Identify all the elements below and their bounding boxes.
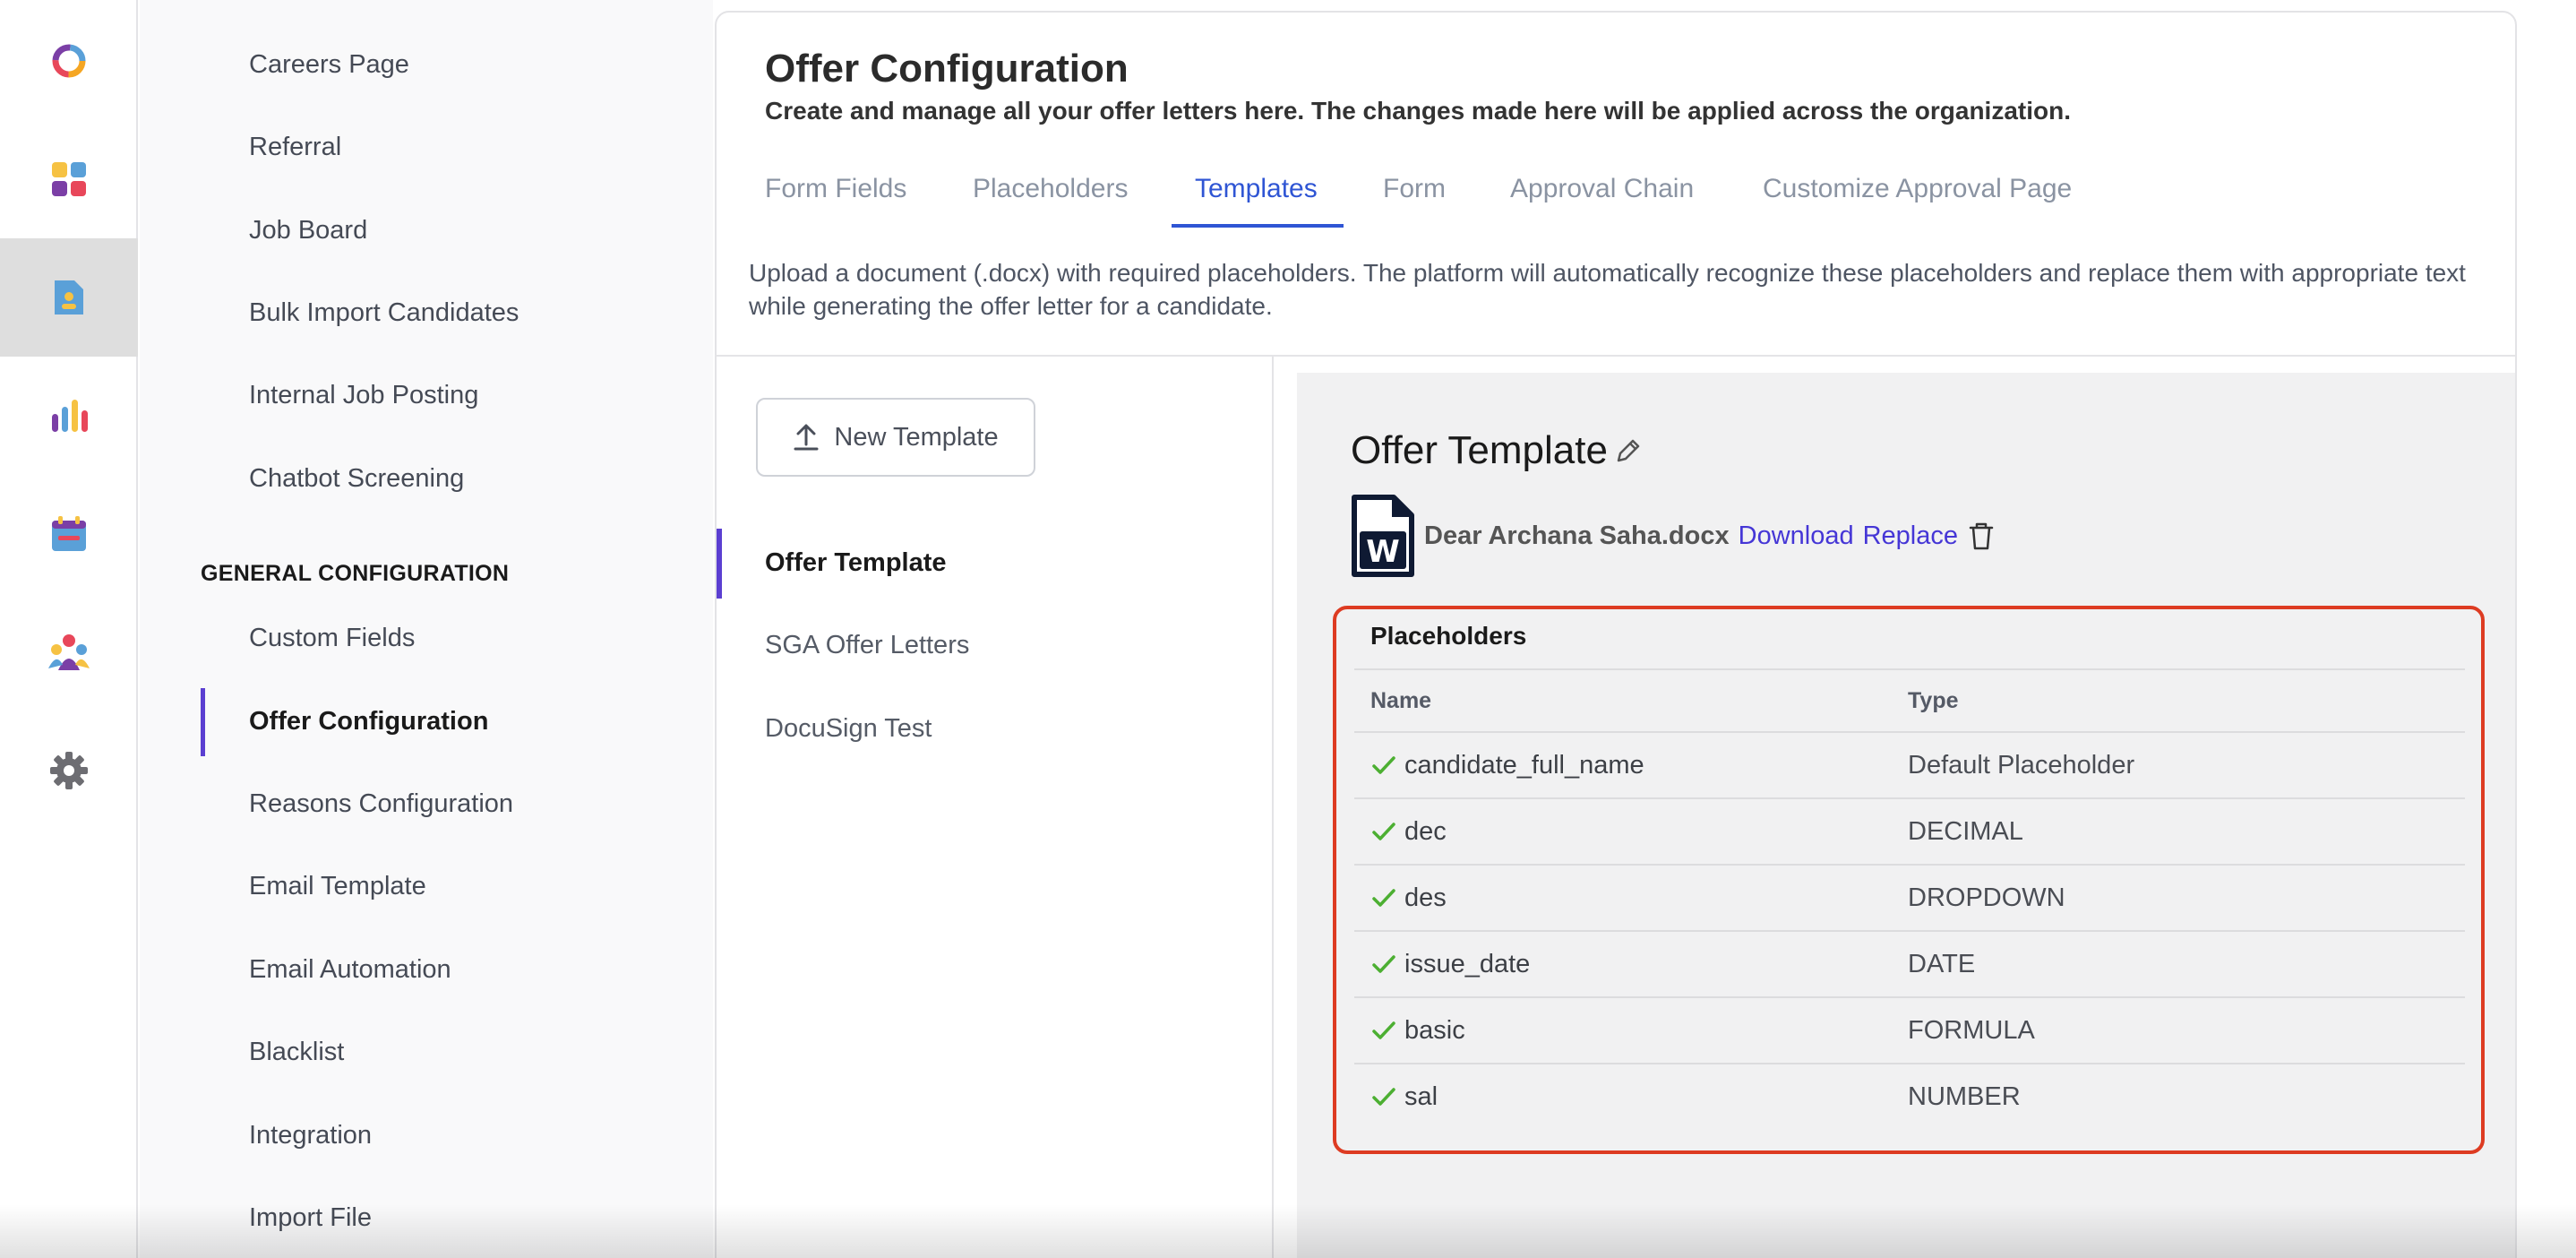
file-name: Dear Archana Saha.docx <box>1424 521 1730 550</box>
placeholder-name-cell: sal <box>1370 1082 1438 1112</box>
sidebar-item-offer-configuration[interactable]: Offer Configuration <box>249 707 488 737</box>
tab-form-fields[interactable]: Form Fields <box>765 174 906 204</box>
settings-sidebar: Careers Page Referral Job Board Bulk Imp… <box>140 0 713 1258</box>
word-document-icon: W <box>1352 495 1414 577</box>
placeholder-type: Default Placeholder <box>1908 750 2135 780</box>
column-header-name: Name <box>1370 687 1432 713</box>
placeholder-name-cell: basic <box>1370 1016 1465 1046</box>
placeholder-type: DROPDOWN <box>1908 883 2065 912</box>
active-template-indicator <box>717 529 722 599</box>
candidate-profile-icon[interactable] <box>0 238 138 357</box>
placeholder-name: basic <box>1404 1015 1465 1045</box>
check-icon <box>1372 1088 1395 1106</box>
placeholder-name: des <box>1404 883 1447 912</box>
table-row: issue_date DATE <box>1354 930 2465 996</box>
check-icon <box>1372 756 1395 774</box>
placeholders-section: Placeholders Name Type candidate_full_na… <box>1333 606 2485 1154</box>
sidebar-item-integration[interactable]: Integration <box>249 1121 372 1150</box>
placeholder-type: NUMBER <box>1908 1081 2021 1111</box>
new-template-label: New Template <box>834 422 999 452</box>
new-template-button[interactable]: New Template <box>756 398 1035 477</box>
placeholder-name: sal <box>1404 1081 1438 1111</box>
calendar-icon[interactable] <box>0 475 138 593</box>
sidebar-item-internal-job-posting[interactable]: Internal Job Posting <box>249 381 478 410</box>
active-tab-underline <box>1172 224 1344 228</box>
page-title: Offer Configuration <box>765 47 1129 90</box>
table-row: candidate_full_name Default Placeholder <box>1354 731 2465 797</box>
placeholder-type: FORMULA <box>1908 1015 2035 1045</box>
template-item-sga-offer-letters[interactable]: SGA Offer Letters <box>765 631 969 660</box>
trash-icon[interactable] <box>1967 521 1996 551</box>
placeholder-type: DECIMAL <box>1908 816 2023 846</box>
icon-rail <box>0 0 138 1258</box>
table-row: sal NUMBER <box>1354 1063 2465 1129</box>
table-header-row: Name Type <box>1354 668 2465 731</box>
template-title-row: Offer Template <box>1351 428 1644 473</box>
edit-pencil-icon[interactable] <box>1613 435 1644 466</box>
apps-grid-icon[interactable] <box>0 120 138 238</box>
table-row: des DROPDOWN <box>1354 864 2465 930</box>
settings-gear-icon[interactable] <box>0 711 138 830</box>
sidebar-item-job-board[interactable]: Job Board <box>249 216 367 246</box>
divider <box>1272 357 1274 1258</box>
sidebar-item-careers-page[interactable]: Careers Page <box>249 50 409 80</box>
tab-placeholders[interactable]: Placeholders <box>973 174 1128 204</box>
sidebar-item-custom-fields[interactable]: Custom Fields <box>249 624 415 653</box>
upload-icon <box>794 424 819 451</box>
sidebar-item-bulk-import-candidates[interactable]: Bulk Import Candidates <box>249 298 519 328</box>
table-row: basic FORMULA <box>1354 996 2465 1063</box>
placeholder-name: candidate_full_name <box>1404 750 1644 780</box>
template-item-offer-template[interactable]: Offer Template <box>765 548 947 578</box>
template-title: Offer Template <box>1351 428 1608 472</box>
placeholder-type: DATE <box>1908 949 1976 978</box>
reports-bar-chart-icon[interactable] <box>0 357 138 475</box>
placeholder-name-cell: candidate_full_name <box>1370 751 1644 780</box>
sidebar-item-import-file[interactable]: Import File <box>249 1203 372 1233</box>
placeholders-title: Placeholders <box>1370 622 1527 650</box>
divider <box>717 355 2515 357</box>
template-file-row: W Dear Archana Saha.docx Download Replac… <box>1351 493 1996 579</box>
tab-form[interactable]: Form <box>1383 174 1446 204</box>
templates-description: Upload a document (.docx) with required … <box>749 259 2466 320</box>
placeholder-name-cell: issue_date <box>1370 950 1530 979</box>
active-indicator <box>201 688 205 756</box>
sidebar-item-blacklist[interactable]: Blacklist <box>249 1038 344 1067</box>
check-icon <box>1372 889 1395 907</box>
tab-templates[interactable]: Templates <box>1195 174 1318 204</box>
logo-ring-icon[interactable] <box>0 2 138 120</box>
template-detail-panel: Offer Template W Dear Archana Saha.docx … <box>1297 373 2515 1258</box>
sidebar-item-email-automation[interactable]: Email Automation <box>249 955 451 985</box>
template-item-docusign-test[interactable]: DocuSign Test <box>765 714 932 744</box>
sidebar-item-chatbot-screening[interactable]: Chatbot Screening <box>249 464 464 494</box>
page-subtitle: Create and manage all your offer letters… <box>765 97 2071 125</box>
offer-configuration-card: Offer Configuration Create and manage al… <box>715 11 2517 1258</box>
tab-customize-approval-page[interactable]: Customize Approval Page <box>1763 174 2072 204</box>
tab-approval-chain[interactable]: Approval Chain <box>1510 174 1694 204</box>
team-people-icon[interactable] <box>0 593 138 711</box>
placeholder-name-cell: dec <box>1370 817 1447 847</box>
check-icon <box>1372 823 1395 840</box>
sidebar-item-email-template[interactable]: Email Template <box>249 872 426 901</box>
sidebar-item-reasons-configuration[interactable]: Reasons Configuration <box>249 789 513 819</box>
replace-link[interactable]: Replace <box>1863 521 1958 551</box>
placeholders-table: Name Type candidate_full_name Default Pl… <box>1354 668 2465 1129</box>
placeholder-name-cell: des <box>1370 883 1447 913</box>
svg-text:W: W <box>1366 534 1400 570</box>
section-heading-general-configuration: GENERAL CONFIGURATION <box>201 561 510 586</box>
table-row: dec DECIMAL <box>1354 797 2465 864</box>
download-link[interactable]: Download <box>1739 521 1854 551</box>
check-icon <box>1372 955 1395 973</box>
check-icon <box>1372 1021 1395 1039</box>
sidebar-item-referral[interactable]: Referral <box>249 133 341 162</box>
column-header-type: Type <box>1908 687 1959 713</box>
placeholder-name: dec <box>1404 816 1447 846</box>
placeholder-name: issue_date <box>1404 949 1531 978</box>
